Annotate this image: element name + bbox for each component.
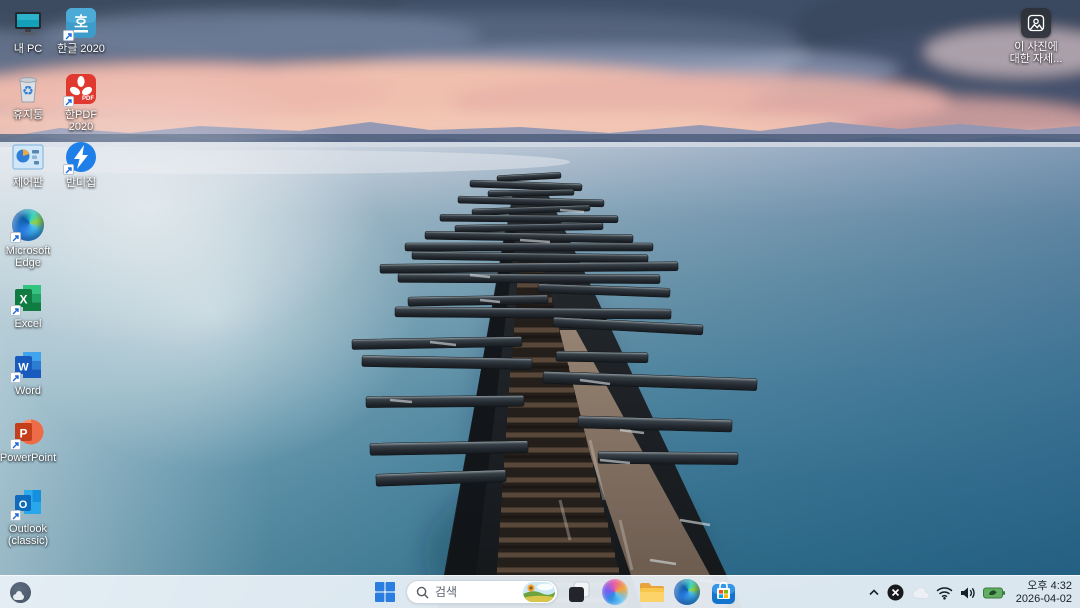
desktop-icon-label: Outlook (classic) (7, 523, 49, 547)
wifi-icon[interactable] (936, 581, 953, 605)
svg-text:P: P (19, 427, 27, 441)
notification-x-icon[interactable] (887, 581, 904, 605)
taskbar-clock[interactable]: 오후 4:32 2026-04-02 (1012, 580, 1072, 606)
copilot-button[interactable] (600, 577, 630, 607)
onedrive-faded-icon[interactable] (911, 581, 929, 605)
tray-expand-chevron-icon[interactable] (868, 581, 880, 605)
shortcut-arrow-icon (10, 439, 21, 450)
photo-info-label-line2: 대한 자세... (1009, 53, 1063, 65)
microsoft-store-icon (711, 581, 735, 604)
shortcut-arrow-icon (63, 30, 74, 41)
taskbar: 오후 4:32 2026-04-02 (0, 575, 1080, 608)
svg-text:호: 호 (74, 14, 88, 31)
file-explorer-icon (640, 583, 664, 602)
shortcut-arrow-icon (10, 232, 21, 243)
desktop-icon-label: 내 PC (13, 43, 43, 55)
svg-text:♻: ♻ (22, 84, 34, 99)
desktop-icon-powerpoint[interactable]: P PowerPoint (0, 415, 56, 464)
outlook-icon: O (10, 486, 45, 521)
task-view-icon (569, 581, 590, 602)
powerpoint-icon: P (10, 415, 45, 450)
weather-widget-icon[interactable] (10, 582, 31, 603)
desktop-icon-label: 제어판 (12, 177, 44, 189)
desktop-icon-label: Microsoft Edge (5, 245, 51, 269)
shortcut-arrow-icon (10, 510, 21, 521)
photo-info-label-line1: 이 사진에 (1014, 41, 1058, 53)
desktop-icon-outlook[interactable]: O Outlook (classic) (0, 486, 56, 547)
hangul-2020-icon: 호 (63, 6, 98, 41)
taskbar-search-box[interactable] (406, 580, 558, 604)
desktop-icon-label: 휴지통 (12, 109, 44, 121)
clock-time: 오후 4:32 (1027, 579, 1072, 592)
control-panel-icon (11, 140, 45, 174)
svg-text:O: O (19, 499, 28, 511)
hanpdf-2020-icon: PDF (63, 72, 98, 107)
svg-text:PDF: PDF (82, 96, 94, 102)
desktop-icon-hangul-2020[interactable]: 호 한글 2020 (53, 6, 109, 55)
shortcut-arrow-icon (63, 96, 74, 107)
microsoft-store-button[interactable] (708, 577, 738, 607)
desktop-icon-control-panel[interactable]: 제어판 (0, 140, 56, 189)
desktop-icon-excel[interactable]: X Excel (0, 281, 56, 330)
task-view-button[interactable] (564, 577, 594, 607)
file-explorer-button[interactable] (636, 577, 666, 607)
desktop-icon-recycle-bin[interactable]: ♻ 휴지통 (0, 72, 56, 121)
search-icon (416, 586, 429, 599)
desktop-icon-label: Excel (14, 318, 42, 330)
battery-saver-icon[interactable] (982, 581, 1005, 605)
desktop-icon-label: PowerPoint (0, 452, 57, 464)
learn-about-picture-button[interactable]: 이 사진에 대한 자세... (1002, 8, 1070, 65)
desktop-icon-my-pc[interactable]: 내 PC (0, 6, 56, 55)
excel-icon: X (10, 281, 45, 316)
desktop-icon-bandizip[interactable]: 반디집 (53, 140, 109, 189)
desktop-icon-microsoft-edge[interactable]: Microsoft Edge (0, 208, 56, 269)
desktop-icon-label: 한PDF 2020 (64, 109, 98, 133)
desktop-icon-word[interactable]: W Word (0, 348, 56, 397)
copilot-icon (602, 579, 628, 605)
my-pc-icon (11, 6, 45, 40)
bing-daily-image (523, 582, 555, 602)
desktop-icon-label: 반디집 (65, 177, 97, 189)
search-input[interactable] (435, 585, 523, 599)
edge-browser-button[interactable] (672, 577, 702, 607)
edge-icon (10, 208, 45, 243)
picture-info-icon (1021, 8, 1051, 38)
desktop-icon-label: Word (14, 385, 42, 397)
shortcut-arrow-icon (10, 305, 21, 316)
svg-text:X: X (19, 293, 27, 307)
edge-taskbar-icon (674, 579, 700, 605)
shortcut-arrow-icon (63, 164, 74, 175)
desktop-icon-label: 한글 2020 (57, 43, 105, 55)
desktop[interactable]: 내 PC 호 한글 2020 ♻ 휴지통 PDF 한PDF 2020 제어판 반… (0, 0, 1080, 608)
windows-start-icon (375, 582, 395, 602)
word-icon: W (10, 348, 45, 383)
volume-icon[interactable] (960, 581, 976, 605)
wallpaper-broken-pier (0, 0, 1080, 608)
desktop-icon-hanpdf-2020[interactable]: PDF 한PDF 2020 (53, 72, 109, 133)
start-button[interactable] (370, 577, 400, 607)
recycle-bin-icon: ♻ (11, 72, 45, 106)
bandizip-icon (63, 140, 98, 175)
clock-date: 2026-04-02 (1015, 592, 1072, 605)
shortcut-arrow-icon (10, 372, 21, 383)
